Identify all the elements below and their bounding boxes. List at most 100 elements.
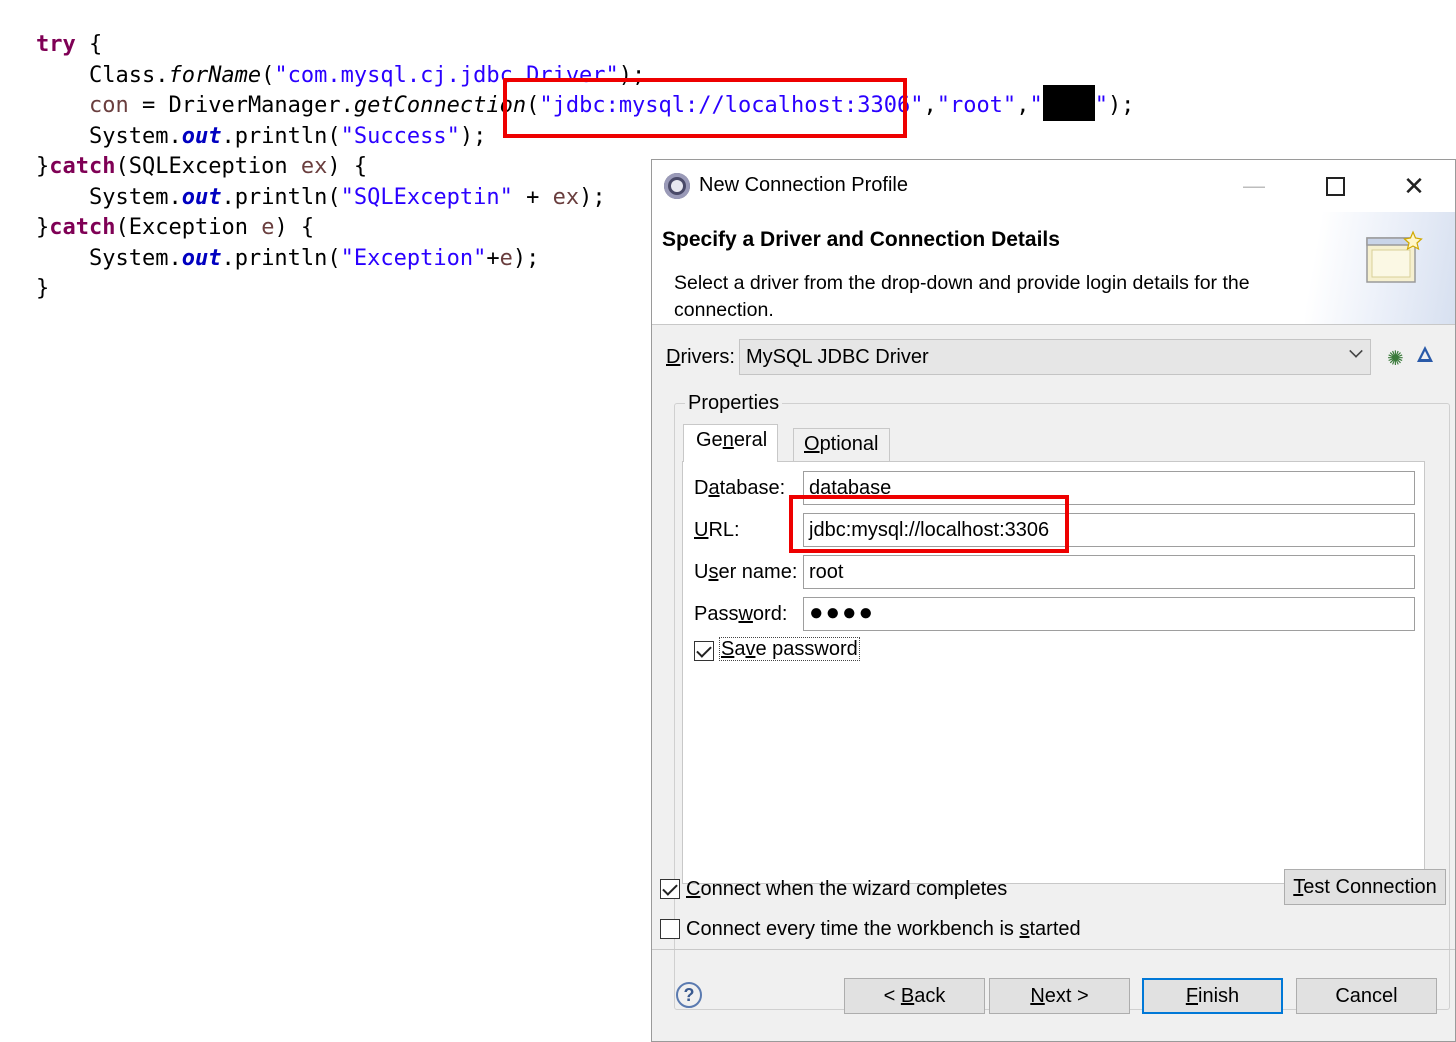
code-token: " bbox=[1094, 93, 1108, 118]
next-button[interactable]: Next > bbox=[989, 978, 1130, 1014]
code-token: ); bbox=[579, 184, 606, 210]
connect-on-complete-label[interactable]: Connect when the wizard completes bbox=[686, 878, 1007, 901]
code-token: try bbox=[36, 32, 76, 57]
code-token: System. bbox=[36, 123, 182, 149]
code-token: out bbox=[181, 184, 222, 210]
code-line: try { bbox=[36, 30, 1134, 61]
url-field[interactable]: jdbc:mysql://localhost:3306 bbox=[803, 513, 1415, 547]
footer-separator bbox=[652, 949, 1455, 950]
test-connection-button[interactable]: Test Connection bbox=[1284, 869, 1446, 905]
close-icon: ✕ bbox=[1403, 170, 1425, 201]
connect-on-complete-checkbox[interactable] bbox=[660, 879, 680, 899]
save-password-label[interactable]: Save password bbox=[719, 637, 860, 661]
code-token: (Exception bbox=[115, 215, 262, 240]
code-token: ex bbox=[300, 154, 328, 179]
code-token: = DriverManager. bbox=[128, 93, 354, 118]
cancel-button[interactable]: Cancel bbox=[1296, 978, 1437, 1014]
code-token: Class. bbox=[36, 62, 169, 88]
title-bar: New Connection Profile — ✕ bbox=[652, 160, 1455, 212]
code-token: , bbox=[1016, 93, 1030, 118]
code-line: System.out.println("Success"); bbox=[36, 122, 1134, 153]
code-token: " bbox=[1029, 93, 1043, 118]
code-token: } bbox=[36, 215, 50, 240]
code-token: "root" bbox=[936, 93, 1017, 118]
code-line: con = DriverManager.getConnection("jdbc:… bbox=[36, 85, 1135, 122]
code-token: con bbox=[88, 93, 129, 118]
code-token: "Exception" bbox=[340, 245, 487, 271]
url-label: URL: bbox=[694, 519, 740, 541]
connect-on-start-label[interactable]: Connect every time the workbench is star… bbox=[686, 918, 1081, 941]
code-token: catch bbox=[49, 215, 116, 240]
new-connection-profile-dialog: New Connection Profile — ✕ Specify a Dri… bbox=[651, 159, 1456, 1042]
banner-art bbox=[1305, 212, 1455, 324]
connect-on-start-checkbox[interactable] bbox=[660, 919, 680, 939]
edit-driver-icon[interactable] bbox=[1417, 346, 1433, 362]
code-token: + bbox=[512, 184, 553, 210]
help-icon[interactable]: ? bbox=[676, 982, 702, 1008]
drivers-label: Drivers: bbox=[666, 346, 735, 368]
code-token: System. bbox=[36, 245, 182, 271]
code-token: ); bbox=[459, 123, 487, 149]
code-token: } bbox=[36, 154, 50, 179]
username-label: User name: bbox=[694, 561, 798, 583]
code-token: "com.mysql.cj.jdbc.Driver" bbox=[274, 62, 619, 88]
code-token: ); bbox=[1107, 93, 1135, 118]
code-line: Class.forName("com.mysql.cj.jdbc.Driver"… bbox=[36, 61, 1134, 92]
chevron-down-icon bbox=[1349, 344, 1363, 358]
general-tab-panel: Database: database URL: jdbc:mysql://loc… bbox=[682, 461, 1425, 884]
app-icon bbox=[664, 173, 690, 199]
code-token: .println( bbox=[221, 184, 341, 210]
code-token: e bbox=[499, 245, 513, 271]
code-token: System. bbox=[36, 184, 182, 210]
code-token: + bbox=[486, 245, 500, 271]
code-token: } bbox=[36, 276, 50, 301]
tab-general[interactable]: General bbox=[683, 424, 779, 462]
code-token: ( bbox=[261, 62, 275, 88]
code-token: "SQLExceptin" bbox=[340, 184, 513, 210]
code-token: ); bbox=[618, 62, 646, 88]
code-token: ); bbox=[512, 245, 540, 271]
wizard-banner-icon bbox=[1366, 230, 1423, 283]
minimize-icon: — bbox=[1243, 173, 1265, 198]
maximize-button[interactable] bbox=[1313, 166, 1357, 206]
drivers-selected-value: MySQL JDBC Driver bbox=[746, 346, 929, 368]
password-label: Password: bbox=[694, 603, 788, 625]
maximize-icon bbox=[1325, 176, 1345, 196]
redacted-password bbox=[1042, 85, 1095, 121]
close-button[interactable]: ✕ bbox=[1392, 166, 1436, 206]
code-token: out bbox=[181, 245, 222, 271]
code-token: "jdbc:mysql://localhost:3306" bbox=[539, 93, 924, 118]
code-token: e bbox=[261, 215, 275, 240]
code-token: .println( bbox=[221, 123, 341, 149]
window-title: New Connection Profile bbox=[699, 174, 908, 196]
username-field[interactable]: root bbox=[803, 555, 1415, 589]
code-token: ex bbox=[552, 184, 580, 210]
code-token: getConnection bbox=[353, 93, 527, 118]
database-label: Database: bbox=[694, 477, 786, 499]
code-token: out bbox=[181, 123, 222, 149]
properties-label: Properties bbox=[685, 392, 783, 415]
code-token: (SQLException bbox=[115, 154, 301, 179]
wizard-banner: Specify a Driver and Connection Details … bbox=[652, 212, 1455, 325]
banner-title: Specify a Driver and Connection Details bbox=[662, 228, 1060, 251]
minimize-button[interactable]: — bbox=[1232, 166, 1276, 206]
code-token: ( bbox=[526, 93, 540, 118]
save-password-checkbox[interactable] bbox=[694, 641, 714, 661]
code-token: , bbox=[923, 93, 937, 118]
drivers-select[interactable]: MySQL JDBC Driver bbox=[739, 339, 1371, 375]
tab-optional[interactable]: Optional bbox=[793, 428, 890, 462]
code-token: ) { bbox=[274, 215, 315, 240]
code-token: catch bbox=[49, 154, 116, 179]
code-token: .println( bbox=[221, 245, 341, 271]
code-token: forName bbox=[168, 62, 262, 88]
code-token: ) { bbox=[327, 154, 368, 179]
database-field[interactable]: database bbox=[803, 471, 1415, 505]
password-field[interactable]: ●●●● bbox=[803, 597, 1415, 631]
code-token: "Success" bbox=[340, 123, 460, 149]
finish-button[interactable]: Finish bbox=[1142, 978, 1283, 1014]
new-driver-icon[interactable]: ✺ bbox=[1387, 346, 1404, 371]
back-button[interactable]: < Back bbox=[844, 978, 985, 1014]
code-token: { bbox=[75, 32, 103, 57]
banner-description: Select a driver from the drop-down and p… bbox=[674, 272, 1250, 321]
